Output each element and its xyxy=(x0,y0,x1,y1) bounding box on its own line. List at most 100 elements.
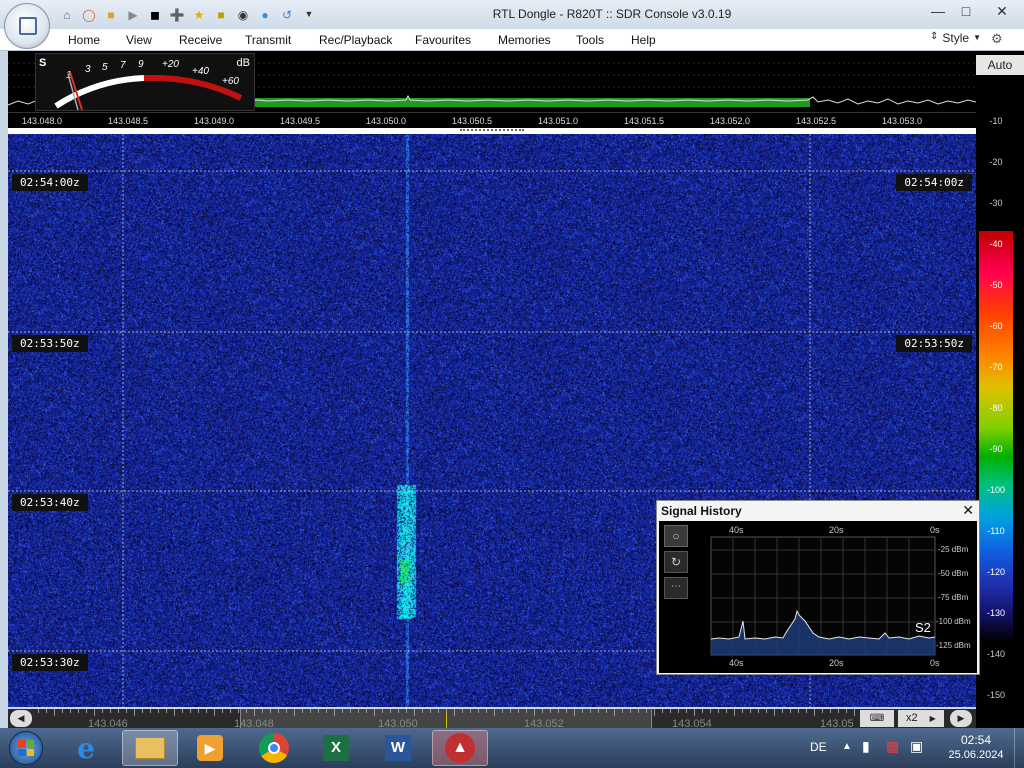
overview-tick xyxy=(510,709,511,713)
db-color-bar[interactable] xyxy=(979,231,1013,641)
menu-home[interactable]: Home xyxy=(68,33,100,47)
overview-tick xyxy=(574,709,575,716)
overview-tick xyxy=(678,709,679,713)
keyboard-icon[interactable]: ⌨ xyxy=(860,710,894,727)
menu-receive[interactable]: Receive xyxy=(179,33,222,47)
show-hidden-icons[interactable]: ▲ xyxy=(842,741,852,752)
window-controls: — □ ✕ xyxy=(924,0,1024,22)
close-icon[interactable]: ✕ xyxy=(962,502,974,519)
overview-tick xyxy=(422,709,423,713)
db-tick-label: -50 xyxy=(989,280,1003,290)
app-orb-button[interactable] xyxy=(4,3,50,49)
menu-help[interactable]: Help xyxy=(631,33,656,47)
file-explorer-icon[interactable] xyxy=(122,730,178,766)
overview-tick xyxy=(390,709,391,713)
overview-tick xyxy=(438,709,439,713)
menu-bar: Home View Receive Transmit Rec/Playback … xyxy=(0,29,1024,51)
overview-tick xyxy=(54,709,55,716)
bottom-axis-label: 40s xyxy=(729,658,744,668)
overview-tick xyxy=(558,709,559,713)
frequency-scale[interactable]: 143.048.0 143.048.5 143.049.0 143.049.5 143.… xyxy=(8,112,976,128)
overview-tick xyxy=(838,709,839,713)
overview-tick xyxy=(630,709,631,713)
overview-freq-label: 143.054 xyxy=(672,718,712,728)
close-button[interactable]: ✕ xyxy=(980,0,1024,22)
overview-tick xyxy=(158,709,159,713)
overview-tick xyxy=(806,709,807,713)
overview-tick xyxy=(694,709,695,716)
db-tick-label: -110 xyxy=(987,526,1005,536)
db-tick-label: -30 xyxy=(989,198,1003,208)
overview-tick xyxy=(518,709,519,713)
network-icon[interactable]: ▩ xyxy=(886,738,899,755)
overview-tick xyxy=(70,709,71,713)
app-window: ⌂ ◯ ■ ▶ ◼ ➕ ★ ■ ◉ ● ↺ ▼ RTL Dongle - R82… xyxy=(0,0,1024,728)
overview-tick xyxy=(622,709,623,713)
usb-icon[interactable]: ▮ xyxy=(862,738,870,755)
start-button[interactable] xyxy=(4,728,48,768)
overview-tick xyxy=(790,709,791,713)
menu-rec-playback[interactable]: Rec/Playback xyxy=(319,33,392,47)
menu-memories[interactable]: Memories xyxy=(498,33,551,47)
signal-history-title: Signal History xyxy=(661,504,742,518)
style-label: Style xyxy=(942,31,970,45)
overview-tick xyxy=(382,709,383,713)
db-tick-label: -10 xyxy=(989,116,1003,126)
resize-handle[interactable] xyxy=(460,129,524,131)
overview-tick xyxy=(854,709,855,716)
clock[interactable]: 02:54 25.06.2024 xyxy=(946,733,1006,763)
minimize-button[interactable]: — xyxy=(924,0,952,22)
dbm-label: -25 dBm xyxy=(938,545,969,554)
zoom-button[interactable]: x2 ▶ xyxy=(898,710,944,727)
language-indicator[interactable]: DE xyxy=(810,740,827,754)
auto-button[interactable]: Auto xyxy=(976,55,1024,75)
internet-explorer-icon[interactable]: e xyxy=(58,730,114,766)
db-tick-label: -20 xyxy=(989,157,1003,167)
overview-tick xyxy=(670,709,671,713)
maximize-button[interactable]: □ xyxy=(952,0,980,22)
menu-tools[interactable]: Tools xyxy=(576,33,604,47)
signal-history-chart xyxy=(710,536,936,656)
menu-view[interactable]: View xyxy=(126,33,152,47)
style-button[interactable]: ⇕ Style ▼ ⚙ xyxy=(930,31,1003,47)
db-tick-label: -140 xyxy=(986,649,1005,659)
overview-tick xyxy=(446,709,447,713)
freq-label: 143.052.0 xyxy=(710,116,751,126)
overview-tick xyxy=(94,709,95,716)
overview-tick xyxy=(286,709,287,713)
overview-tick xyxy=(214,709,215,716)
overview-tick xyxy=(246,709,247,713)
overview-tick xyxy=(606,709,607,713)
overview-tick xyxy=(166,709,167,713)
time-label-left: 02:53:40z xyxy=(12,494,88,511)
overview-tick xyxy=(38,709,39,713)
media-player-icon[interactable]: ▶ xyxy=(182,730,238,766)
freq-label: 143.048.5 xyxy=(108,116,149,126)
sdr-console-icon[interactable]: ▲ xyxy=(432,730,488,766)
overview-tick xyxy=(662,709,663,713)
scroll-left-button[interactable]: ◀ xyxy=(10,710,32,727)
top-axis-label: 0s xyxy=(930,525,940,535)
overview-tick xyxy=(350,709,351,713)
overview-tick xyxy=(206,709,207,713)
top-axis-label: 20s xyxy=(829,525,844,535)
menu-transmit[interactable]: Transmit xyxy=(245,33,291,47)
overview-tick xyxy=(134,709,135,716)
scroll-right-button[interactable]: ▶ xyxy=(950,710,972,727)
chrome-icon[interactable] xyxy=(246,730,302,766)
overview-freq-label: 143.048 xyxy=(234,718,274,728)
overview-freq-label: 143.046 xyxy=(88,718,128,728)
db-tick-label: -70 xyxy=(989,362,1003,372)
excel-icon[interactable]: X xyxy=(308,730,364,766)
overview-tick xyxy=(470,709,471,713)
show-desktop-button[interactable] xyxy=(1014,728,1024,768)
db-tick-label: -100 xyxy=(986,485,1005,495)
db-tick-label: -80 xyxy=(989,403,1003,413)
overview-bar[interactable]: ◀ ⌨ x2 ▶ ▶ 143.046 143.048 143.050 143.052 14… xyxy=(8,709,976,728)
overview-tick xyxy=(614,709,615,716)
display-icon[interactable]: ▣ xyxy=(910,738,923,755)
overview-tick xyxy=(726,709,727,713)
overview-tick xyxy=(230,709,231,713)
menu-favourites[interactable]: Favourites xyxy=(415,33,471,47)
word-icon[interactable]: W xyxy=(370,730,426,766)
